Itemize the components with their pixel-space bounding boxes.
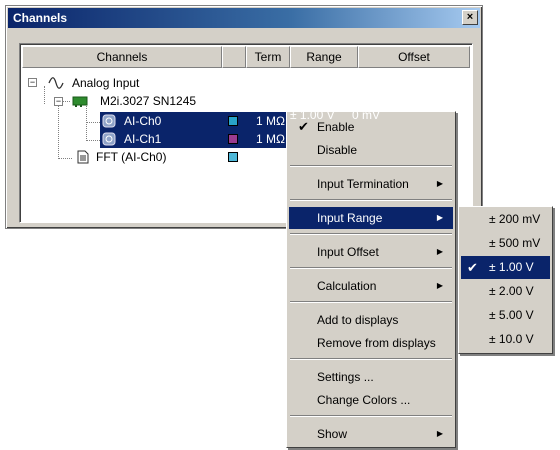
color-swatch-ch1[interactable]	[228, 134, 238, 144]
collapse-toggle-root[interactable]: −	[28, 78, 37, 87]
menu-item-settings[interactable]: Settings ...	[289, 366, 453, 388]
menu-item-label: Calculation	[317, 279, 377, 293]
menu-separator	[290, 301, 452, 303]
submenu-arrow-icon: ▶	[436, 429, 443, 438]
channel-icon	[102, 132, 116, 146]
menu-item-label: Change Colors ...	[317, 393, 411, 407]
column-header-range[interactable]: Range	[290, 46, 358, 68]
tree-item-ai-ch1[interactable]: AI-Ch1	[124, 130, 161, 148]
menu-item-input-termination[interactable]: Input Termination ▶	[289, 173, 453, 195]
range-option-5v[interactable]: ± 5.00 V	[461, 304, 550, 327]
range-option-label: ± 200 mV	[489, 212, 541, 226]
menu-item-disable[interactable]: Disable	[289, 139, 453, 161]
offset-value-ch0-partial: 0 mV	[352, 108, 381, 122]
tree-item-fft[interactable]: FFT (AI-Ch0)	[96, 148, 166, 166]
collapse-toggle-device[interactable]: −	[54, 97, 63, 106]
range-option-2v[interactable]: ± 2.00 V	[461, 280, 550, 303]
check-icon: ✔	[467, 260, 478, 275]
title-bar: Channels ×	[8, 8, 480, 28]
column-header-color[interactable]	[222, 46, 246, 68]
channel-icon	[102, 114, 116, 128]
menu-separator	[290, 267, 452, 269]
menu-item-input-range[interactable]: Input Range ▶	[289, 207, 453, 229]
range-option-1v[interactable]: ✔ ± 1.00 V	[461, 256, 550, 279]
card-icon	[72, 96, 88, 107]
input-range-submenu: ± 200 mV ± 500 mV ✔ ± 1.00 V ± 2.00 V ± …	[458, 206, 553, 354]
menu-separator	[290, 358, 452, 360]
range-option-10v[interactable]: ± 10.0 V	[461, 328, 550, 351]
range-option-label: ± 500 mV	[489, 236, 541, 250]
document-icon	[77, 150, 89, 164]
tree-item-analog-input[interactable]: Analog Input	[72, 74, 139, 92]
menu-item-label: Input Range	[317, 211, 383, 225]
menu-separator	[290, 415, 452, 417]
submenu-arrow-icon: ▶	[436, 247, 443, 256]
term-value-ch0[interactable]: 1 MΩ	[256, 112, 285, 130]
range-option-label: ± 1.00 V	[489, 260, 534, 274]
tree-item-device[interactable]: M2i.3027 SN1245	[100, 92, 196, 110]
window-title: Channels	[13, 11, 68, 25]
menu-item-calculation[interactable]: Calculation ▶	[289, 275, 453, 297]
menu-item-label: Input Termination	[317, 177, 409, 191]
column-header-term[interactable]: Term	[246, 46, 290, 68]
analog-wave-icon	[48, 77, 64, 89]
menu-item-change-colors[interactable]: Change Colors ...	[289, 389, 453, 411]
column-header-offset[interactable]: Offset	[358, 46, 470, 68]
column-header-channels[interactable]: Channels	[22, 46, 222, 68]
context-menu: ✔ Enable Disable Input Termination ▶ Inp…	[286, 111, 456, 448]
menu-item-label: Show	[317, 427, 348, 441]
range-option-label: ± 5.00 V	[489, 308, 534, 322]
menu-item-label: Add to displays	[317, 313, 399, 327]
range-option-200mv[interactable]: ± 200 mV	[461, 208, 550, 231]
color-swatch-fft[interactable]	[228, 152, 238, 162]
color-swatch-ch0[interactable]	[228, 116, 238, 126]
menu-item-input-offset[interactable]: Input Offset ▶	[289, 241, 453, 263]
range-option-label: ± 2.00 V	[489, 284, 534, 298]
submenu-arrow-icon: ▶	[436, 179, 443, 188]
submenu-arrow-icon: ▶	[436, 281, 443, 290]
close-button[interactable]: ×	[462, 10, 478, 25]
range-option-500mv[interactable]: ± 500 mV	[461, 232, 550, 255]
tree-item-ai-ch0[interactable]: AI-Ch0	[124, 112, 161, 130]
menu-item-add-to-displays[interactable]: Add to displays	[289, 309, 453, 331]
submenu-arrow-icon: ▶	[436, 213, 443, 222]
menu-item-label: Disable	[317, 143, 358, 157]
menu-separator	[290, 165, 452, 167]
menu-item-remove-from-displays[interactable]: Remove from displays	[289, 332, 453, 354]
menu-separator	[290, 199, 452, 201]
menu-item-label: Settings ...	[317, 370, 374, 384]
menu-item-show[interactable]: Show ▶	[289, 423, 453, 445]
menu-item-label: Remove from displays	[317, 336, 436, 350]
menu-separator	[290, 233, 452, 235]
menu-item-label: Input Offset	[317, 245, 379, 259]
term-value-ch1[interactable]: 1 MΩ	[256, 130, 285, 148]
range-value-ch0-partial: ± 1.00 V	[290, 108, 335, 122]
range-option-label: ± 10.0 V	[489, 332, 534, 346]
